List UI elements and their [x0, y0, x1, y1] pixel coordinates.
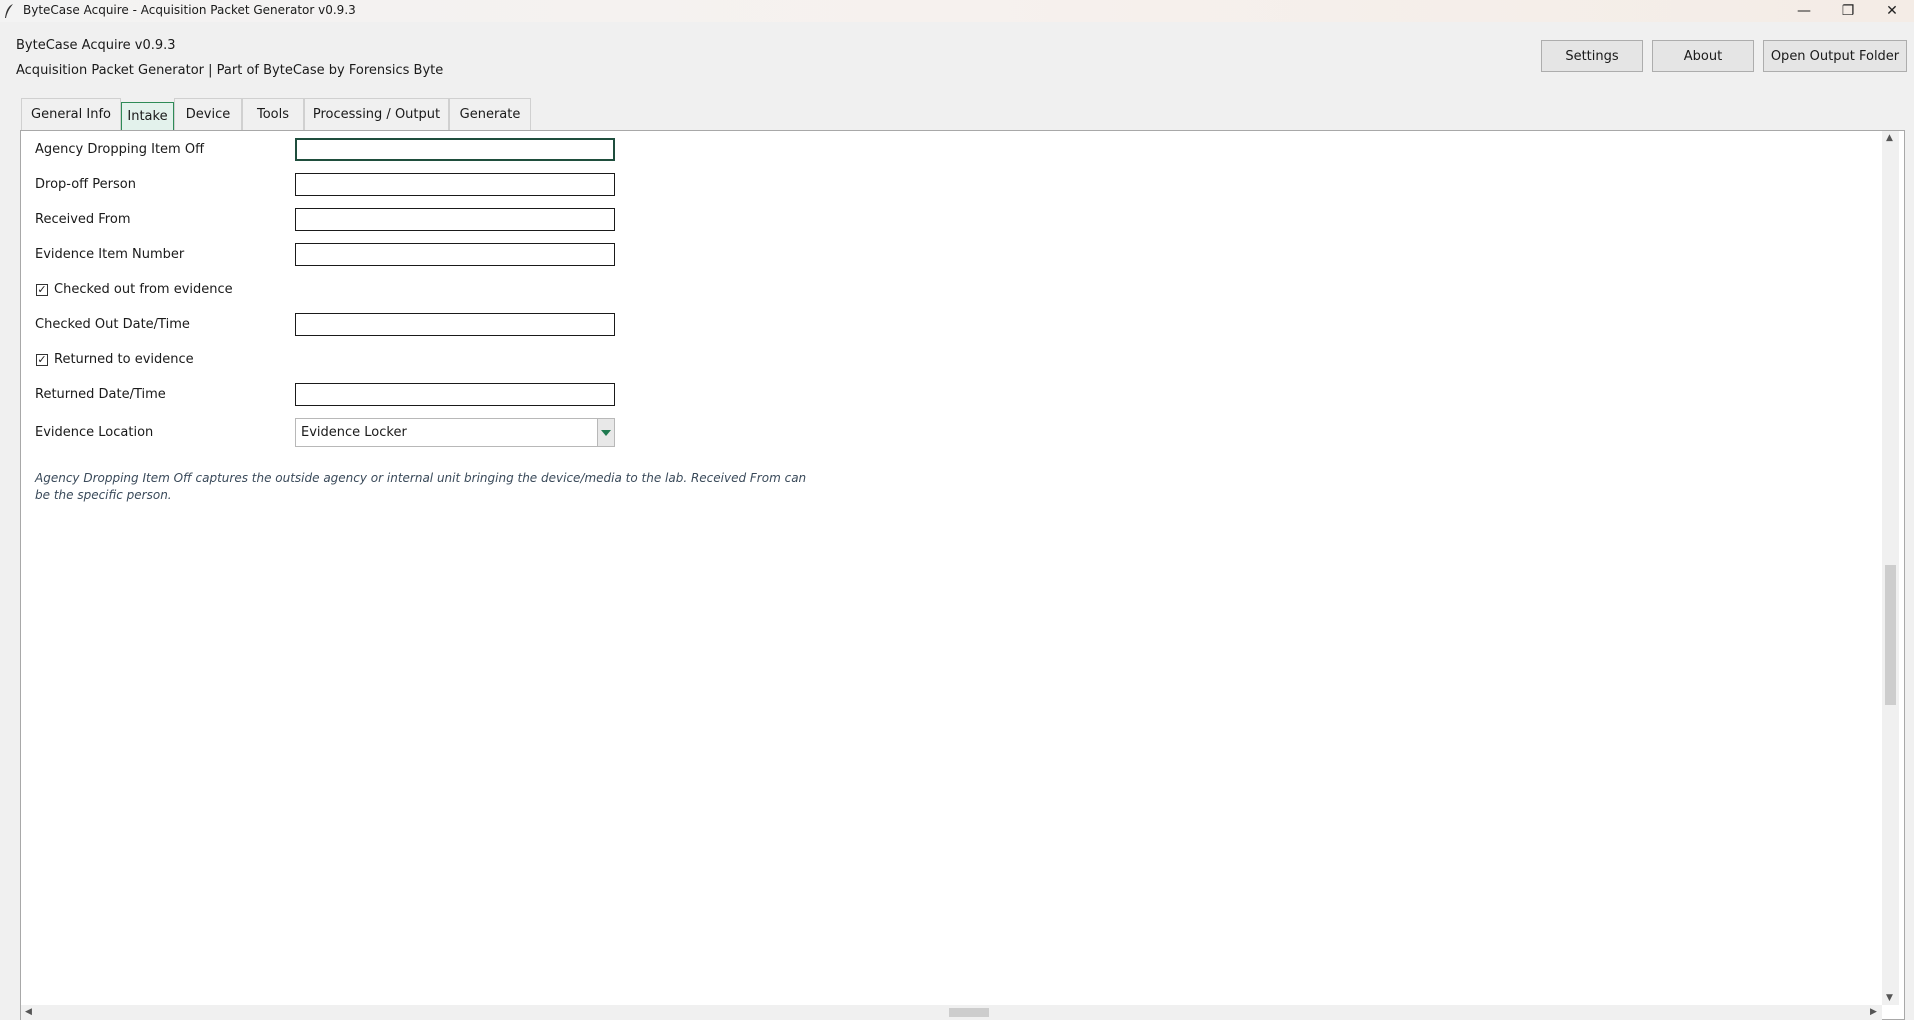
evidence-item-number-label: Evidence Item Number [35, 247, 185, 262]
tab-general-info[interactable]: General Info [21, 98, 121, 130]
scroll-up-icon[interactable]: ▲ [1886, 133, 1893, 143]
evidence-location-value: Evidence Locker [301, 425, 407, 440]
app-subtitle: Acquisition Packet Generator | Part of B… [16, 63, 444, 78]
returned-checkbox[interactable]: ✓ [36, 353, 48, 366]
window-title: ByteCase Acquire - Acquisition Packet Ge… [23, 3, 356, 17]
feather-icon [5, 4, 13, 18]
horizontal-scroll-thumb[interactable] [949, 1008, 989, 1017]
minimize-button[interactable]: — [1782, 0, 1826, 22]
intake-hint-text: Agency Dropping Item Off captures the ou… [35, 471, 807, 502]
dropoff-person-input[interactable] [295, 173, 615, 196]
tab-intake[interactable]: Intake [121, 102, 174, 130]
tab-tools[interactable]: Tools [242, 98, 304, 130]
minimize-icon: — [1797, 3, 1811, 19]
evidence-location-label: Evidence Location [35, 425, 154, 440]
returned-checkbox-row[interactable]: ✓ Returned to evidence [36, 352, 194, 367]
app-title: ByteCase Acquire v0.9.3 [16, 38, 176, 53]
agency-input[interactable] [295, 138, 615, 161]
scroll-right-icon[interactable]: ▶ [1870, 1007, 1877, 1017]
vertical-scrollbar[interactable]: ▲ ▼ [1882, 131, 1899, 1005]
scroll-left-icon[interactable]: ◀ [25, 1007, 32, 1017]
tab-generate[interactable]: Generate [449, 98, 531, 130]
about-button[interactable]: About [1652, 40, 1754, 72]
restore-icon: ❐ [1841, 3, 1855, 19]
close-button[interactable]: ✕ [1870, 0, 1914, 22]
dropoff-person-label: Drop-off Person [35, 177, 136, 192]
checked-out-datetime-label: Checked Out Date/Time [35, 317, 190, 332]
dropdown-arrow-button[interactable] [597, 419, 614, 446]
settings-button[interactable]: Settings [1541, 40, 1643, 72]
returned-label: Returned to evidence [54, 352, 194, 367]
restore-button[interactable]: ❐ [1826, 0, 1870, 22]
chevron-down-icon [601, 429, 611, 436]
received-from-input[interactable] [295, 208, 615, 231]
checked-out-checkbox-row[interactable]: ✓ Checked out from evidence [36, 282, 233, 297]
returned-datetime-input[interactable] [295, 383, 615, 406]
checked-out-label: Checked out from evidence [54, 282, 233, 297]
vertical-scroll-thumb[interactable] [1885, 565, 1896, 705]
agency-label: Agency Dropping Item Off [35, 142, 205, 157]
received-from-label: Received From [35, 212, 131, 227]
open-output-folder-button[interactable]: Open Output Folder [1763, 40, 1907, 72]
checked-out-datetime-input[interactable] [295, 313, 615, 336]
scroll-down-icon[interactable]: ▼ [1886, 993, 1893, 1003]
returned-datetime-label: Returned Date/Time [35, 387, 166, 402]
close-icon: ✕ [1886, 3, 1898, 19]
title-bar: ByteCase Acquire - Acquisition Packet Ge… [0, 0, 1914, 22]
checked-out-checkbox[interactable]: ✓ [36, 283, 48, 296]
tab-processing-output[interactable]: Processing / Output [304, 98, 449, 130]
evidence-item-number-input[interactable] [295, 243, 615, 266]
evidence-location-combobox[interactable]: Evidence Locker [295, 418, 615, 447]
tab-device[interactable]: Device [174, 98, 242, 130]
horizontal-scrollbar[interactable]: ◀ ▶ [21, 1005, 1882, 1020]
